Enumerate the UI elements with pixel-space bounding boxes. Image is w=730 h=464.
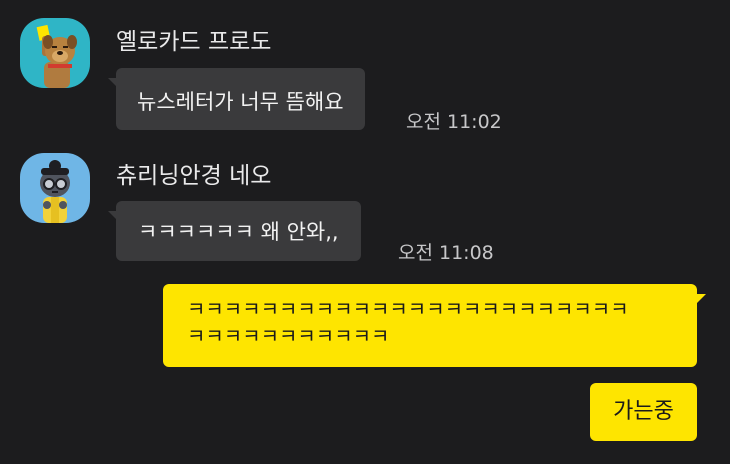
incoming-message-bubble[interactable]: 뉴스레터가 너무 뜸해요	[108, 68, 365, 130]
outgoing-message-bubble[interactable]: ㅋㅋㅋㅋㅋㅋㅋㅋㅋㅋㅋㅋㅋㅋㅋㅋㅋㅋㅋㅋㅋㅋㅋㅋ ㅋㅋㅋㅋㅋㅋㅋㅋㅋㅋㅋ	[163, 284, 706, 367]
sender-name: 옐로카드 프로도	[116, 29, 272, 55]
sender-name: 츄리닝안경 네오	[116, 163, 272, 189]
message-text: 뉴스레터가 너무 뜸해요	[137, 90, 344, 114]
message-text-line: ㅋㅋㅋㅋㅋㅋㅋㅋㅋㅋㅋㅋㅋㅋㅋㅋㅋㅋㅋㅋㅋㅋㅋㅋ	[187, 297, 629, 321]
neo-cat-glasses-icon	[20, 153, 90, 223]
message-text: 가는중	[613, 399, 674, 424]
incoming-message-bubble[interactable]: ㅋㅋㅋㅋㅋㅋ 왜 안와,,	[108, 201, 361, 261]
outgoing-message-bubble[interactable]: 가는중	[590, 383, 697, 441]
message-timestamp: 오전 11:02	[406, 111, 502, 133]
frodo-dog-yellow-card-icon	[20, 18, 90, 88]
sender-avatar[interactable]	[20, 153, 90, 223]
message-text-line: ㅋㅋㅋㅋㅋㅋㅋㅋㅋㅋㅋ	[187, 324, 390, 348]
chat-room: 옐로카드 프로도 뉴스레터가 너무 뜸해요 오전 11:02 츄리닝안경 네오	[0, 0, 730, 464]
message-text: ㅋㅋㅋㅋㅋㅋ 왜 안와,,	[138, 220, 339, 244]
sender-avatar[interactable]	[20, 18, 90, 88]
message-timestamp: 오전 11:08	[398, 242, 494, 264]
